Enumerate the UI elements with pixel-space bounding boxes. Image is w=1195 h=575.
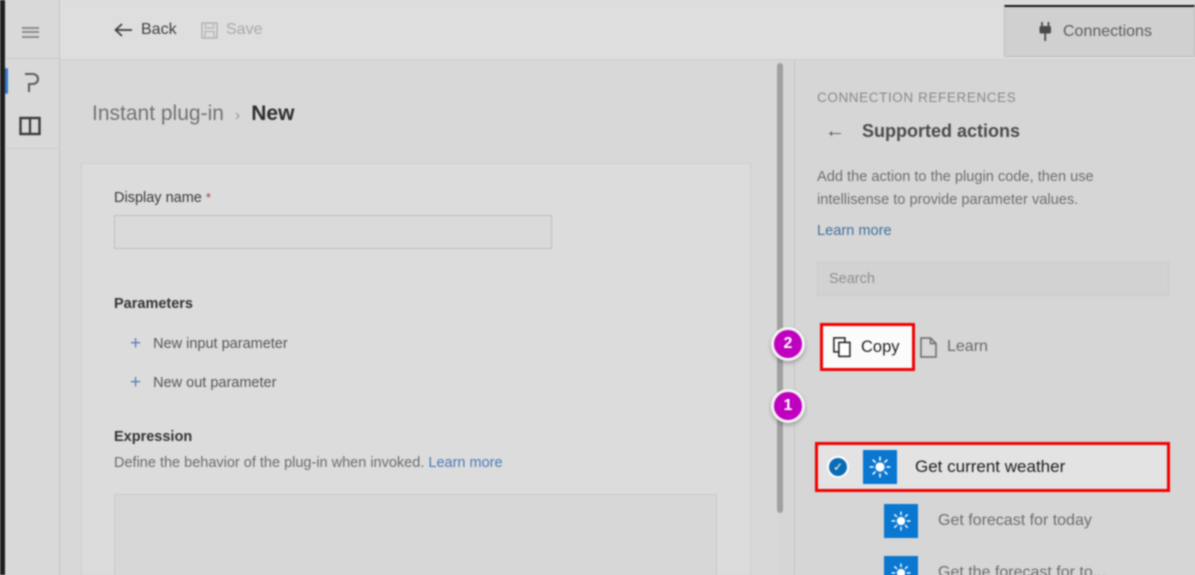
connection-references-panel: CONNECTION REFERENCES ← Supported action… — [795, 61, 1195, 575]
callout-badge-2: 2 — [771, 327, 805, 361]
plus-icon: + — [130, 333, 142, 354]
weather-sun-icon — [884, 556, 918, 575]
plugin-form-card: Display name * Parameters + New input pa… — [81, 163, 751, 575]
rail-divider — [6, 58, 60, 59]
display-name-label-text: Display name — [114, 190, 202, 206]
expression-learn-more-link[interactable]: Learn more — [428, 455, 502, 471]
learn-button[interactable]: Learn — [920, 329, 988, 365]
breadcrumb-separator: › — [234, 107, 241, 124]
breadcrumb: Instant plug-in › New — [92, 102, 294, 126]
new-input-parameter-label: New input parameter — [153, 335, 288, 352]
sidebar-item-library[interactable] — [8, 104, 52, 148]
copy-label: Copy — [861, 337, 900, 356]
plug-in-icon — [24, 72, 39, 92]
save-button[interactable]: Save — [195, 14, 268, 46]
display-name-label: Display name * — [114, 190, 211, 206]
parameters-heading: Parameters — [114, 296, 193, 312]
callout-badge-1: 1 — [771, 389, 805, 423]
action-label: Get the forecast for to... — [938, 564, 1107, 575]
required-asterisk: * — [205, 190, 211, 205]
sidebar-item-plug-in[interactable] — [8, 60, 52, 104]
book-icon — [19, 116, 41, 136]
page-title: New — [251, 102, 295, 125]
expression-description: Define the behavior of the plug-in when … — [114, 455, 503, 471]
weather-sun-icon — [884, 504, 918, 538]
new-output-parameter-button[interactable]: + New out parameter — [130, 373, 276, 392]
back-label: Back — [141, 21, 177, 38]
panel-title: Supported actions — [862, 121, 1021, 141]
plug-icon — [1039, 22, 1051, 41]
main-content: Instant plug-in › New Display name * Par… — [61, 61, 779, 575]
action-item-get-the-forecast[interactable]: Get the forecast for to... — [884, 556, 1106, 575]
hamburger-glyph — [21, 24, 39, 40]
expression-heading: Expression — [114, 429, 193, 445]
action-label: Get forecast for today — [938, 512, 1092, 529]
panel-description: Add the action to the plugin code, then … — [817, 169, 1094, 208]
left-nav-rail — [0, 0, 60, 575]
rail-divider-2 — [6, 148, 60, 149]
search-input[interactable]: Search — [817, 262, 1169, 296]
document-icon — [920, 336, 937, 358]
action-item-get-current-weather[interactable]: ✓ Get current weather — [815, 442, 1170, 492]
new-output-parameter-label: New out parameter — [153, 374, 277, 391]
expression-editor[interactable] — [114, 494, 717, 575]
app-window: Back Save Connections Instant plug-in › … — [0, 0, 1195, 575]
learn-label: Learn — [947, 338, 988, 355]
action-item-get-forecast-today[interactable]: Get forecast for today — [884, 504, 1092, 538]
copy-button[interactable]: Copy — [820, 323, 915, 371]
plus-icon: + — [130, 372, 142, 393]
panel-eyebrow: CONNECTION REFERENCES — [817, 90, 1017, 105]
main-scrollbar[interactable] — [777, 63, 783, 513]
copy-icon — [833, 336, 851, 357]
command-bar: Back Save Connections — [60, 0, 1195, 60]
action-label: Get current weather — [915, 457, 1066, 476]
arrow-left-icon: ← — [825, 120, 845, 142]
arrow-left-icon — [114, 23, 132, 37]
panel-learn-more-link[interactable]: Learn more — [817, 223, 892, 239]
expression-description-text: Define the behavior of the plug-in when … — [114, 455, 425, 471]
breadcrumb-parent[interactable]: Instant plug-in — [92, 102, 224, 126]
back-button[interactable]: Back — [107, 14, 183, 46]
hamburger-icon[interactable] — [8, 10, 52, 54]
panel-back-button[interactable]: ← Supported actions — [825, 120, 1020, 143]
weather-sun-icon — [863, 450, 897, 484]
search-placeholder: Search — [829, 271, 875, 287]
save-label: Save — [226, 21, 263, 38]
connections-label: Connections — [1063, 22, 1152, 40]
save-floppy-icon — [201, 21, 218, 39]
new-input-parameter-button[interactable]: + New input parameter — [130, 334, 288, 353]
check-circle-icon: ✓ — [827, 456, 849, 478]
connections-button[interactable]: Connections — [1004, 5, 1195, 57]
display-name-input[interactable] — [114, 215, 552, 249]
